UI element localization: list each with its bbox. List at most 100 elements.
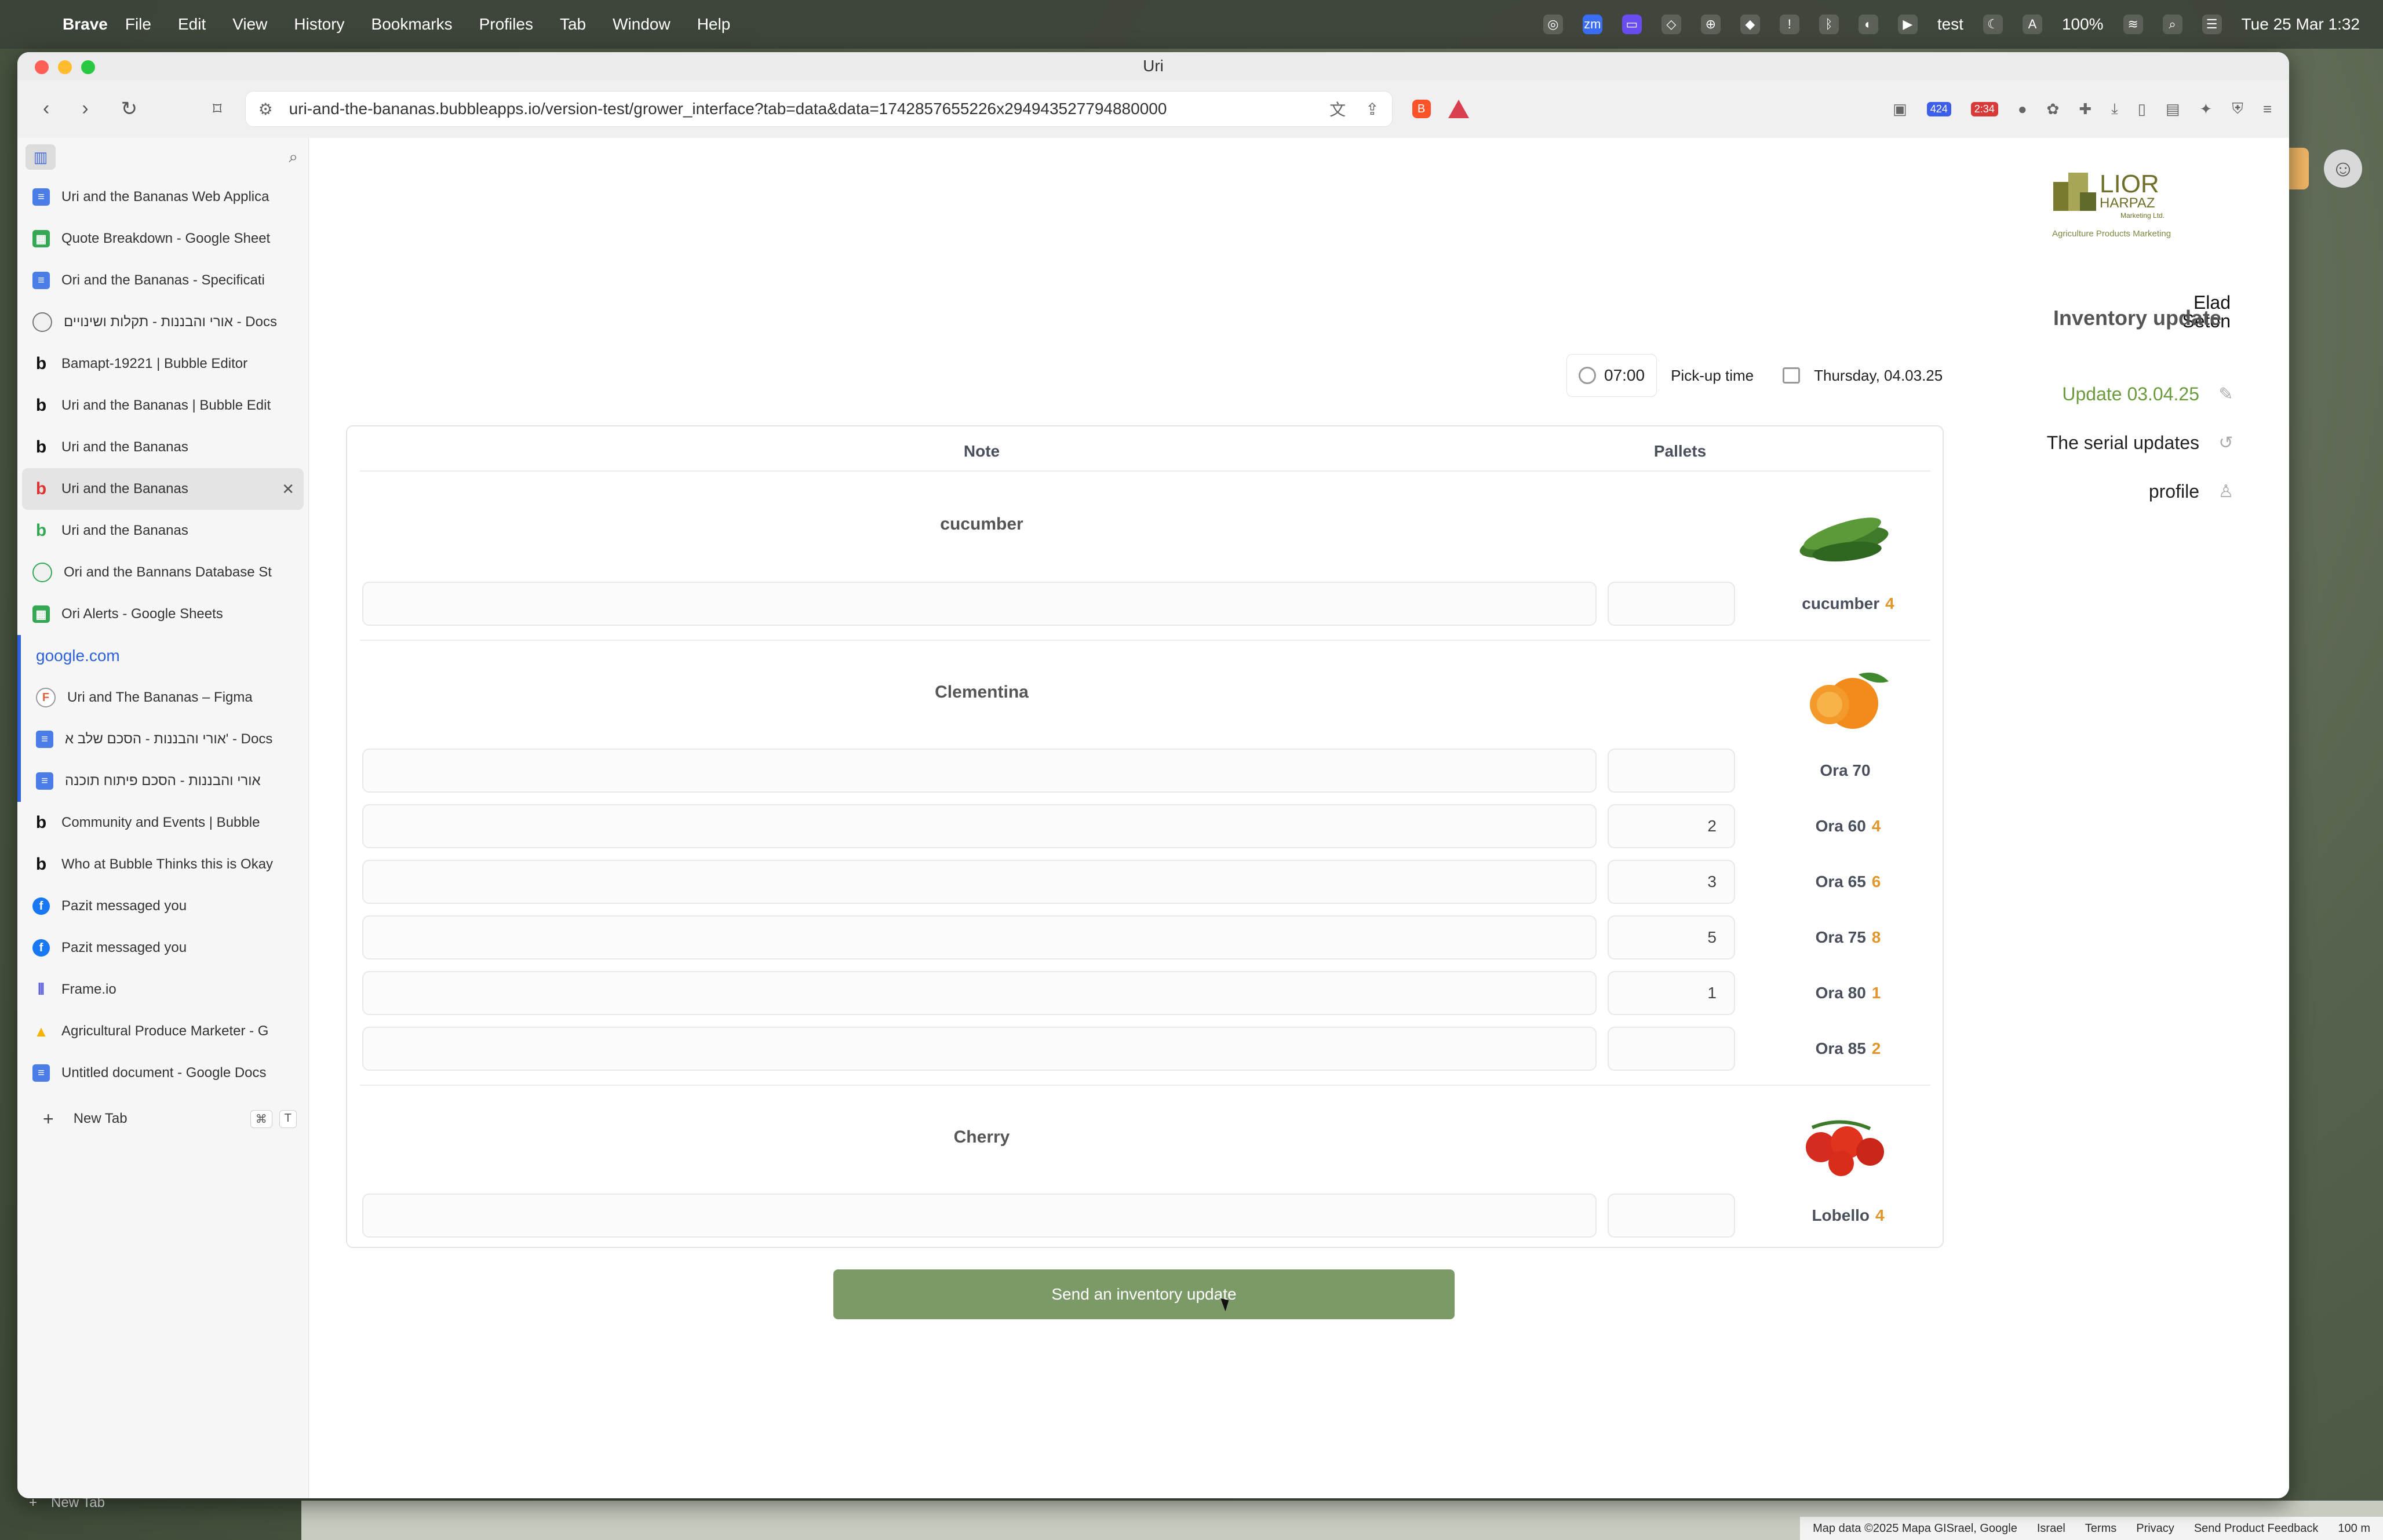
menu-bookmarks[interactable]: Bookmarks <box>371 15 453 34</box>
pallets-input[interactable] <box>1608 749 1735 793</box>
pallets-input[interactable]: 1 <box>1608 971 1735 1015</box>
control-center-icon[interactable]: ☰ <box>2202 14 2222 34</box>
note-input[interactable] <box>362 582 1597 626</box>
battery-percent[interactable]: 100% <box>2062 15 2104 34</box>
map-privacy[interactable]: Privacy <box>2136 1522 2174 1535</box>
note-input[interactable] <box>362 915 1597 959</box>
main-menu-icon[interactable]: ≡ <box>2263 100 2272 118</box>
tab-item[interactable]: ≡ אורי והבננות - הסכם שלב א' - Docs <box>17 718 308 760</box>
note-input[interactable] <box>362 860 1597 904</box>
menu-help[interactable]: Help <box>697 15 731 34</box>
tab-item[interactable]: ≡ אורי והבננות - הסכם פיתוח תוכנה <box>17 760 308 802</box>
vpn-shield-icon[interactable]: ⛨ <box>2232 100 2243 118</box>
tab-item[interactable]: ▦ Quote Breakdown - Google Sheet <box>17 218 308 260</box>
profile-link[interactable]: profile ♙ <box>2042 467 2236 516</box>
pallets-input[interactable] <box>1608 1027 1735 1071</box>
reload-icon[interactable]: ↻ <box>121 97 138 121</box>
back-icon[interactable]: ‹ <box>43 97 49 121</box>
wallet-icon[interactable]: ▤ <box>2166 100 2180 118</box>
pickup-date[interactable]: Thursday, 04.03.25 <box>1814 367 1943 385</box>
extension-cube-icon[interactable]: ▣ <box>1893 100 1907 118</box>
note-input[interactable] <box>362 1194 1597 1238</box>
url-text[interactable]: uri-and-the-bananas.bubbleapps.io/versio… <box>289 100 1310 118</box>
menu-history[interactable]: History <box>294 15 344 34</box>
tab-item[interactable]: b Who at Bubble Thinks this is Okay <box>17 844 308 885</box>
search-tabs-icon[interactable]: ⌕ <box>289 148 298 167</box>
tab-item[interactable]: ≡ Uri and the Bananas Web Applica <box>17 176 308 218</box>
forward-icon[interactable]: › <box>82 97 88 121</box>
share-icon[interactable]: ⇪ <box>1365 100 1379 119</box>
brave-rewards-icon[interactable] <box>1448 100 1469 118</box>
minimize-window-button[interactable] <box>58 60 72 74</box>
app-status-icon[interactable]: ◇ <box>1661 14 1681 34</box>
map-terms[interactable]: Terms <box>2085 1522 2116 1535</box>
menu-window[interactable]: Window <box>613 15 671 34</box>
spotlight-icon[interactable]: ⌕ <box>2162 14 2182 34</box>
note-input[interactable] <box>362 749 1597 793</box>
airpods-icon[interactable]: ◐ <box>1858 14 1878 34</box>
map-feedback[interactable]: Send Product Feedback <box>2194 1522 2319 1535</box>
tab-item[interactable]: ▲ Agricultural Produce Marketer - G <box>17 1010 308 1052</box>
extension-circle-icon[interactable]: ● <box>2018 100 2027 118</box>
downloads-icon[interactable]: ⤓ <box>2111 100 2118 118</box>
tab-item[interactable]: ≡ Untitled document - Google Docs <box>17 1052 308 1094</box>
tab-item[interactable]: b Uri and the Bananas | Bubble Edit <box>17 385 308 426</box>
bluetooth-icon[interactable]: ᛒ <box>1819 14 1839 34</box>
new-tab-button[interactable]: + New Tab ⌘ T <box>17 1099 308 1139</box>
tab-item-active[interactable]: b Uri and the Bananas ✕ <box>22 468 304 510</box>
screen-share-icon[interactable]: ▭ <box>1622 14 1642 34</box>
tab-item[interactable]: ≡ Ori and the Bananas - Specificati <box>17 260 308 301</box>
pallets-input[interactable]: 5 <box>1608 915 1735 959</box>
bookmark-icon[interactable]: ⌑ <box>213 99 221 119</box>
close-window-button[interactable] <box>35 60 49 74</box>
extensions-puzzle-icon[interactable]: ✚ <box>2079 100 2091 118</box>
tab-item[interactable]: b Uri and the Bananas <box>17 426 308 468</box>
info-icon[interactable]: ! <box>1779 14 1799 34</box>
play-icon[interactable]: ▶ <box>1897 14 1918 34</box>
site-settings-icon[interactable]: ⚙ <box>258 100 273 119</box>
menubar-user[interactable]: test <box>1937 15 1963 34</box>
pickup-time-field[interactable]: 07:00 <box>1566 354 1657 397</box>
tab-item[interactable]: f Pazit messaged you <box>17 927 308 969</box>
tab-item[interactable]: b Bamapt-19221 | Bubble Editor <box>17 343 308 385</box>
leo-ai-icon[interactable]: ✦ <box>2200 100 2213 118</box>
extension-badge-timer[interactable]: 2:34 <box>1970 101 1998 116</box>
close-tab-icon[interactable]: ✕ <box>282 480 294 498</box>
address-bar[interactable]: ⚙ uri-and-the-bananas.bubbleapps.io/vers… <box>245 91 1393 127</box>
zoom-window-button[interactable] <box>81 60 95 74</box>
sidebar-panel-icon[interactable]: ▥ <box>25 144 56 170</box>
brave-shields-icon[interactable]: B <box>1412 100 1431 118</box>
menu-edit[interactable]: Edit <box>178 15 206 34</box>
zoom-icon[interactable]: zm <box>1582 14 1602 34</box>
menu-profiles[interactable]: Profiles <box>479 15 533 34</box>
pallets-input[interactable] <box>1608 1194 1735 1238</box>
moon-icon[interactable]: ☾ <box>1983 14 2003 34</box>
pallets-input[interactable] <box>1608 582 1735 626</box>
note-input[interactable] <box>362 1027 1597 1071</box>
serial-updates-link[interactable]: The serial updates ↺ <box>2042 418 2236 467</box>
sidebar-toggle-icon[interactable]: ▯ <box>2138 100 2146 118</box>
tab-item[interactable]: ▦ Ori Alerts - Google Sheets <box>17 593 308 635</box>
tab-item[interactable]: b Community and Events | Bubble <box>17 802 308 844</box>
shield-status-icon[interactable]: ◆ <box>1740 14 1760 34</box>
input-source-icon[interactable]: A <box>2022 14 2042 34</box>
menu-view[interactable]: View <box>232 15 267 34</box>
tab-item[interactable]: b Uri and the Bananas <box>17 510 308 552</box>
extension-badge-count[interactable]: 424 <box>1926 101 1951 116</box>
menubar-clock[interactable]: Tue 25 Mar 1:32 <box>2242 15 2360 34</box>
update-link[interactable]: Update 03.04.25 ✎ <box>2042 370 2236 418</box>
menu-tab[interactable]: Tab <box>560 15 586 34</box>
network-icon[interactable]: ⊕ <box>1700 14 1721 34</box>
pallets-input[interactable]: 3 <box>1608 860 1735 904</box>
note-input[interactable] <box>362 804 1597 848</box>
tab-group-header[interactable]: google.com <box>17 635 308 677</box>
tab-item[interactable]: f Pazit messaged you <box>17 885 308 927</box>
search-lens-icon[interactable]: ◎ <box>1543 14 1563 34</box>
send-inventory-update-button[interactable]: Send an inventory update <box>833 1269 1455 1319</box>
tab-item[interactable]: Ori and the Bannans Database St <box>17 552 308 593</box>
lior-harpaz-logo[interactable]: LIOR HARPAZ Marketing Ltd. Agriculture P… <box>2051 159 2207 246</box>
tab-item[interactable]: F Uri and The Bananas – Figma <box>17 677 308 718</box>
extension-flower-icon[interactable]: ✿ <box>2047 100 2060 118</box>
map-region[interactable]: Israel <box>2037 1522 2065 1535</box>
app-menu[interactable]: Brave <box>63 15 108 34</box>
